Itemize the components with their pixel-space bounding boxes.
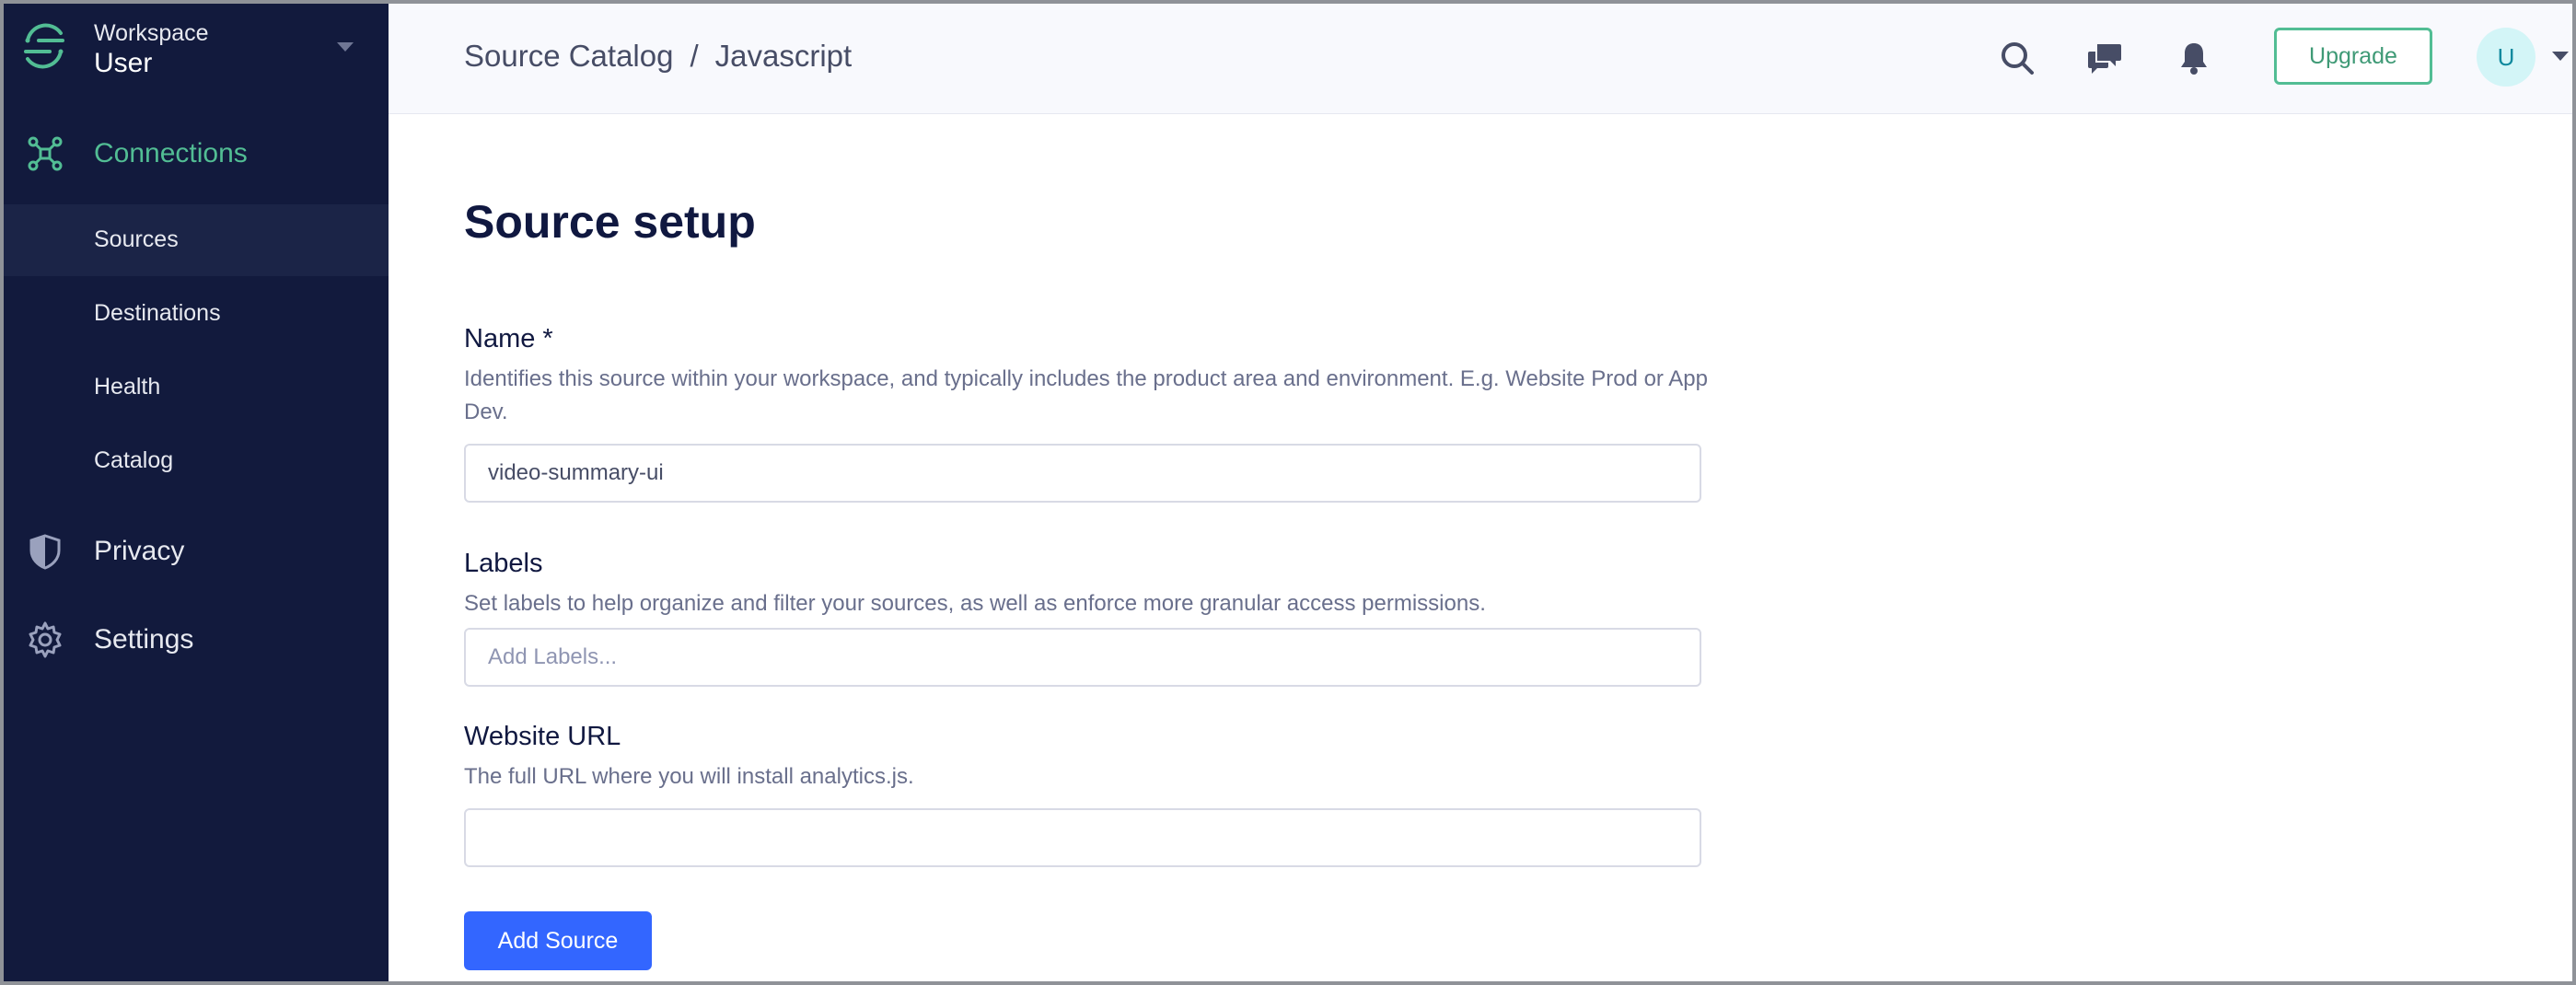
gear-icon <box>29 621 62 658</box>
source-setup-form: Source setup Name * Identifies this sour… <box>389 114 2572 981</box>
connections-icon <box>28 136 63 171</box>
labels-input[interactable] <box>464 628 1701 687</box>
sidebar-item-label: Catalog <box>94 447 174 473</box>
name-field-label: Name * <box>464 324 553 353</box>
sidebar-item-label: Sources <box>94 226 179 252</box>
page-title: Source setup <box>464 196 756 248</box>
workspace-name: User <box>94 48 153 78</box>
avatar[interactable]: U <box>2477 28 2535 87</box>
sidebar-item-health[interactable]: Health <box>4 352 389 423</box>
top-header: Source Catalog / Javascript Upgrade U <box>389 4 2572 114</box>
breadcrumb-separator: / <box>690 39 699 73</box>
sidebar-item-label: Settings <box>94 624 194 655</box>
website-url-field-label: Website URL <box>464 722 621 751</box>
breadcrumb: Source Catalog / Javascript <box>464 39 852 74</box>
sidebar-item-destinations[interactable]: Destinations <box>4 278 389 350</box>
chat-icon[interactable] <box>2086 39 2125 77</box>
segment-logo-icon <box>24 23 64 69</box>
sidebar-item-privacy[interactable]: Privacy <box>4 516 389 585</box>
workspace-kicker: Workspace <box>94 20 209 46</box>
sidebar-item-label: Destinations <box>94 300 221 326</box>
shield-icon <box>29 534 61 570</box>
upgrade-button[interactable]: Upgrade <box>2274 28 2432 85</box>
sidebar: Workspace User Connections Sources Desti… <box>4 4 389 981</box>
labels-field-help: Set labels to help organize and filter y… <box>464 591 1486 616</box>
name-input[interactable] <box>464 444 1701 503</box>
bell-icon[interactable] <box>2175 39 2213 77</box>
breadcrumb-source-catalog[interactable]: Source Catalog <box>464 39 673 74</box>
app-window: Workspace User Connections Sources Desti… <box>0 0 2576 985</box>
labels-field-label: Labels <box>464 549 543 578</box>
sidebar-item-label: Connections <box>94 138 248 168</box>
sidebar-item-settings[interactable]: Settings <box>4 604 389 674</box>
sidebar-item-label: Health <box>94 374 161 400</box>
caret-down-icon[interactable] <box>337 42 354 52</box>
search-icon[interactable] <box>1998 39 2036 77</box>
caret-down-icon[interactable] <box>2552 52 2569 61</box>
add-source-button[interactable]: Add Source <box>464 911 652 970</box>
sidebar-item-sources[interactable]: Sources <box>4 204 389 276</box>
website-url-input[interactable] <box>464 808 1701 867</box>
website-url-field-help: The full URL where you will install anal… <box>464 764 914 789</box>
sidebar-item-catalog[interactable]: Catalog <box>4 425 389 497</box>
sidebar-item-label: Privacy <box>94 536 185 566</box>
breadcrumb-current: Javascript <box>714 39 853 73</box>
name-field-help: Identifies this source within your works… <box>464 366 1708 424</box>
sidebar-item-connections[interactable]: Connections <box>4 118 389 188</box>
workspace-switcher[interactable]: Workspace User <box>4 4 389 96</box>
